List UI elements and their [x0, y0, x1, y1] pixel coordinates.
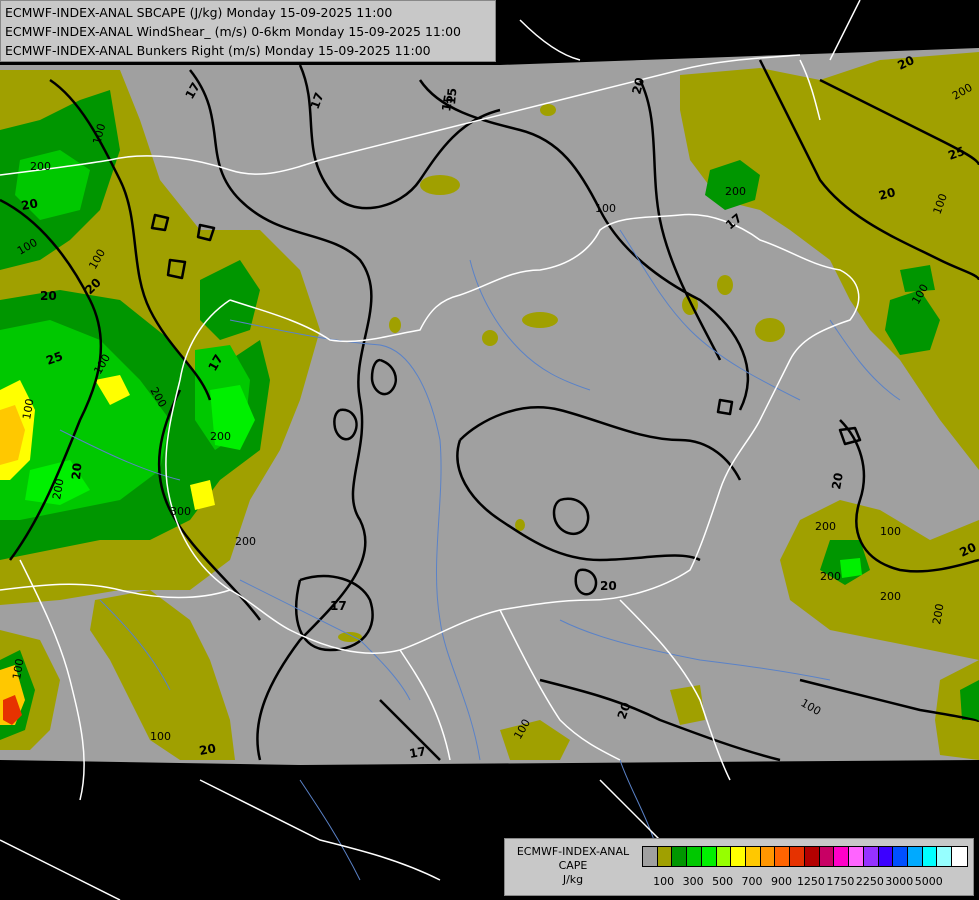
cape-contour-label: 200 [880, 590, 901, 603]
contour-label: 20 [600, 579, 617, 593]
legend-swatch [760, 847, 776, 866]
legend-tick-label: 900 [770, 875, 792, 888]
legend-swatch [716, 847, 732, 866]
legend-swatch [790, 847, 805, 866]
cape-contour-label: 100 [150, 730, 171, 743]
legend-tick-label: 1750 [826, 875, 855, 888]
cape-contour-label: 200 [725, 185, 746, 198]
legend-tick-label: 100 [653, 875, 675, 888]
title-line-windshear: ECMWF-INDEX-ANAL WindShear_ (m/s) 0-6km … [5, 24, 461, 39]
legend-swatch [893, 847, 908, 866]
legend-swatch [878, 847, 894, 866]
legend-swatch [687, 847, 702, 866]
legend-title-variable: CAPE [558, 859, 588, 872]
contour-label: 17 [330, 599, 347, 613]
cape-contour-label: 100 [880, 525, 901, 538]
legend-swatch [643, 847, 658, 866]
legend-swatch [922, 847, 938, 866]
contour-label: 15 [444, 87, 459, 105]
contour-label: 20 [20, 196, 39, 213]
contour-label: 17 [408, 744, 427, 761]
cape-contour-label: 200 [820, 570, 841, 583]
legend-swatch [657, 847, 673, 866]
legend-title-source: ECMWF-INDEX-ANAL [516, 845, 630, 858]
legend-swatch [834, 847, 850, 866]
legend-swatch [672, 847, 688, 866]
legend-swatch [819, 847, 835, 866]
legend-tick-label: 1250 [796, 875, 825, 888]
legend-tick-labels: 100 300 500 700 900 1250 1750 2250 3000 5000 [642, 875, 966, 889]
legend-tick-label: 3000 [885, 875, 914, 888]
cape-contour-label: 300 [170, 505, 191, 518]
cape-contour-label: 200 [210, 430, 231, 443]
legend-tick-label: 700 [741, 875, 763, 888]
contour-label: 20 [198, 741, 217, 758]
legend-swatch [849, 847, 864, 866]
legend-tick-label: 300 [682, 875, 704, 888]
legend-swatch [907, 847, 923, 866]
contour-label: 20 [829, 472, 846, 491]
map-title-box: ECMWF-INDEX-ANAL SBCAPE (J/kg) Monday 15… [0, 0, 496, 62]
legend-title: ECMWF-INDEX-ANAL CAPE J/kg [507, 845, 639, 887]
legend-swatch [731, 847, 747, 866]
cape-contour-label: 200 [815, 520, 836, 533]
legend-color-bar [642, 846, 968, 867]
legend-swatch [804, 847, 820, 866]
legend-swatch [952, 847, 967, 866]
legend-swatch [746, 847, 761, 866]
legend-swatch [863, 847, 879, 866]
legend-swatch [775, 847, 791, 866]
title-line-bunkers: ECMWF-INDEX-ANAL Bunkers Right (m/s) Mon… [5, 43, 431, 58]
cape-contour-label: 200 [30, 160, 51, 173]
contour-label: 20 [69, 462, 84, 480]
legend-tick-label: 5000 [914, 875, 943, 888]
legend-title-unit: J/kg [562, 873, 584, 886]
cape-legend: ECMWF-INDEX-ANAL CAPE J/kg 100 300 500 700 9… [504, 838, 974, 896]
cape-contour-label: 200 [235, 535, 256, 548]
cape-contour-label: 100 [595, 202, 616, 215]
contour-label: 20 [40, 289, 57, 303]
legend-tick-label: 2250 [855, 875, 884, 888]
title-line-sbcape: ECMWF-INDEX-ANAL SBCAPE (J/kg) Monday 15… [5, 5, 393, 20]
legend-swatch [937, 847, 953, 866]
legend-tick-label: 500 [712, 875, 734, 888]
legend-swatch [701, 847, 717, 866]
weather-map: 17 17 1520202520 20252017202020171720201720… [0, 0, 979, 900]
